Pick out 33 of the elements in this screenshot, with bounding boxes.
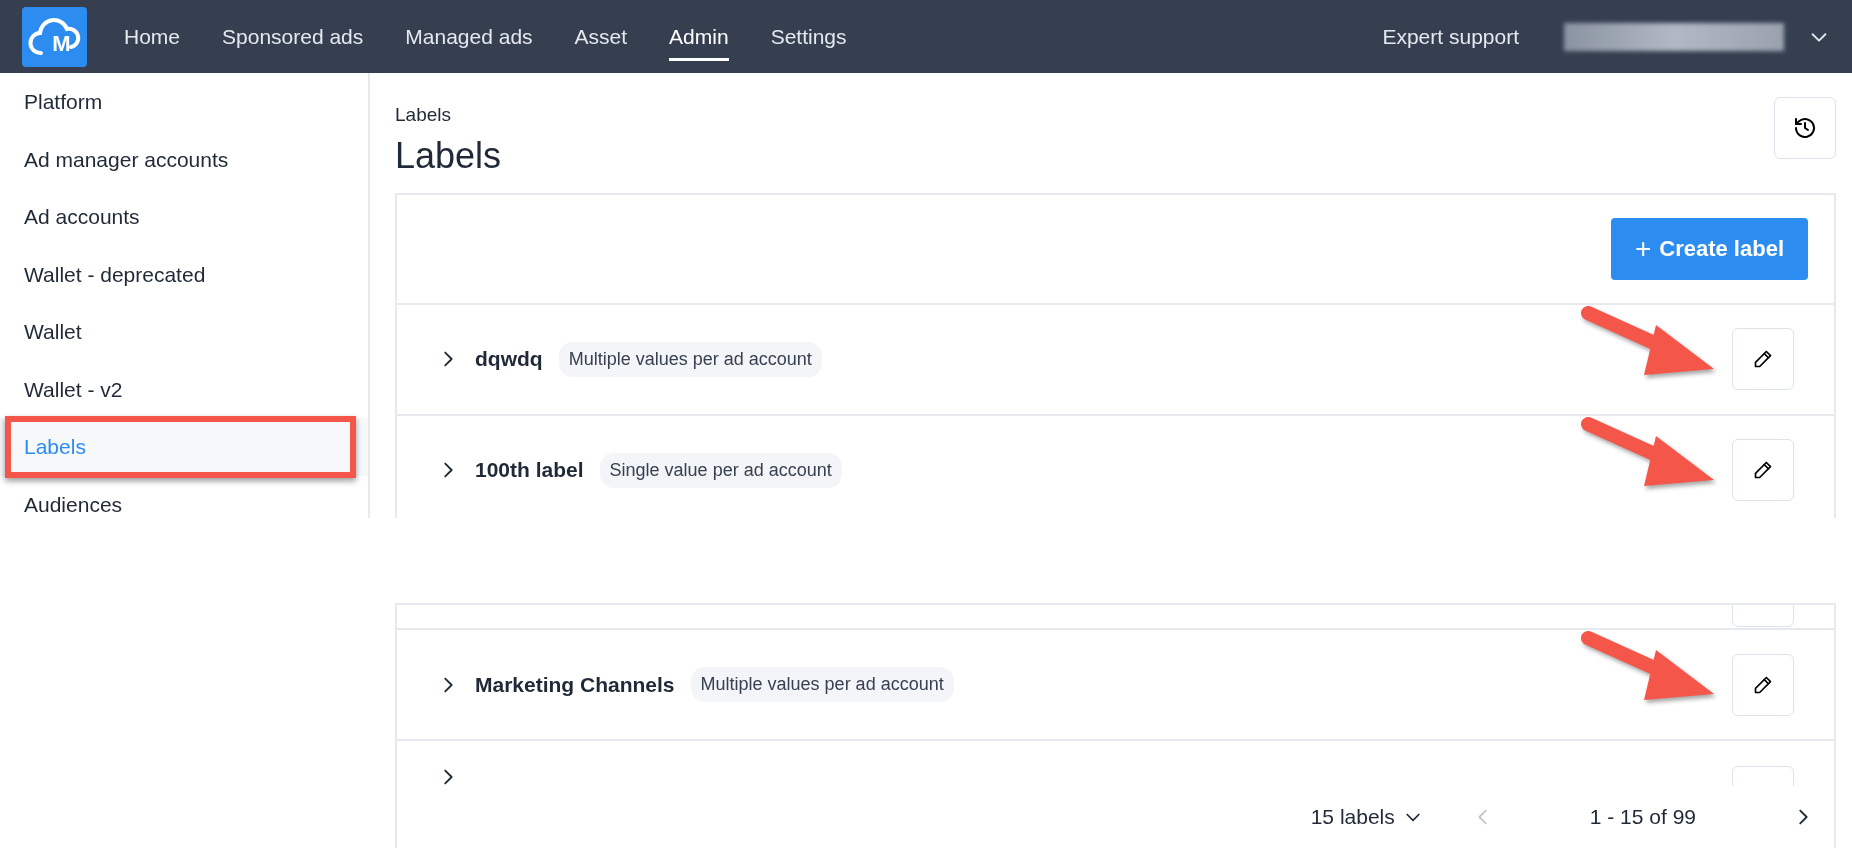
redacted-username[interactable] <box>1564 22 1784 51</box>
pencil-icon <box>1753 349 1773 370</box>
nav-link[interactable]: Sponsored ads <box>201 0 385 73</box>
edit-button[interactable] <box>1732 328 1794 391</box>
edit-button[interactable] <box>1732 653 1794 716</box>
page-title: Labels <box>395 133 502 177</box>
sidebar-item[interactable]: Audiences <box>0 475 368 518</box>
nav-link[interactable]: Asset <box>553 0 649 73</box>
sidebar-item[interactable]: Wallet - deprecated <box>0 245 368 303</box>
label-type-tag: Multiple values per ad account <box>690 667 954 702</box>
nav-link[interactable]: Home <box>103 0 202 73</box>
nav-link[interactable]: Managed ads <box>384 0 554 73</box>
label-type-tag: Multiple values per ad account <box>558 341 822 377</box>
pencil-icon <box>1753 460 1773 481</box>
label-type-tag: Single value per ad account <box>599 452 842 488</box>
sidebar-item[interactable]: Ad manager accounts <box>0 130 368 188</box>
sidebar-item[interactable]: Wallet <box>0 303 368 361</box>
sidebar-item[interactable]: Wallet - v2 <box>0 360 368 418</box>
nav-link[interactable]: Admin <box>648 0 750 73</box>
breadcrumb: Labels <box>395 103 452 127</box>
history-button[interactable] <box>1774 97 1836 159</box>
page-range: 1 - 15 of 99 <box>1589 804 1696 831</box>
edit-button[interactable] <box>1732 439 1794 502</box>
label-name: 100th label <box>475 457 584 484</box>
label-name: Marketing Channels <box>475 671 675 698</box>
label-name: dqwdq <box>475 346 543 373</box>
nav-link[interactable]: Settings <box>749 0 868 73</box>
page-size-dropdown[interactable]: 15 labels <box>1309 800 1424 834</box>
history-icon <box>1793 116 1817 140</box>
support-link[interactable]: Expert support <box>1361 0 1540 73</box>
sidebar-item[interactable]: Ad accounts <box>0 188 368 246</box>
sidebar-item[interactable]: Platform <box>0 73 368 131</box>
pencil-icon <box>1753 674 1773 695</box>
